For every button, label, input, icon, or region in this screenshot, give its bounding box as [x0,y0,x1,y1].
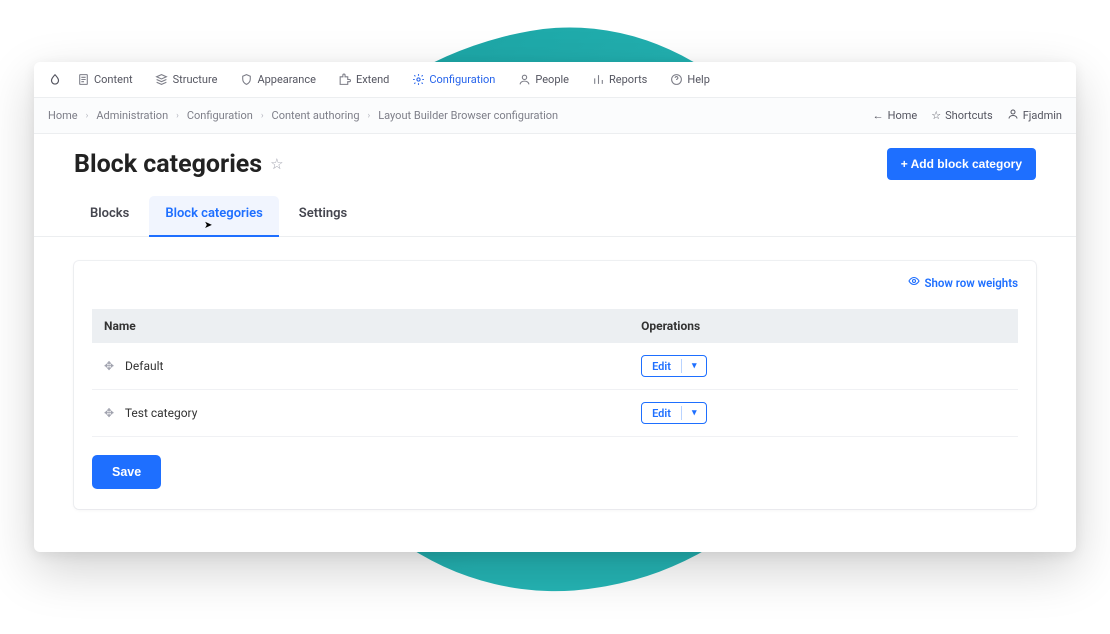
drag-handle-icon[interactable]: ✥ [104,406,114,420]
app-window: Content Structure Appearance Extend Conf… [34,62,1076,552]
secondary-label: Fjadmin [1023,109,1062,122]
person-icon [1007,108,1019,123]
secondary-label: Home [888,109,918,122]
shield-icon [239,73,253,87]
tab-settings[interactable]: Settings [283,196,363,236]
toolbar-label: People [535,73,569,86]
edit-dropdown-button[interactable]: Edit ▾ [641,355,707,377]
help-icon [669,73,683,87]
breadcrumb-item[interactable]: Home [48,109,78,122]
col-operations: Operations [629,309,1018,343]
toolbar-people[interactable]: People [509,69,577,91]
divider [681,359,682,373]
content-region: Show row weights Name Operations ✥ Defau… [34,237,1076,533]
category-name: Test category [125,406,198,420]
table-row: ✥ Default Edit ▾ [92,343,1018,390]
gear-icon [411,73,425,87]
drupal-logo-icon[interactable] [48,73,62,87]
star-icon: ☆ [931,109,941,122]
toolbar-reports[interactable]: Reports [583,69,655,91]
breadcrumb: Home › Administration › Configuration › … [48,109,558,122]
secondary-user[interactable]: Fjadmin [1007,108,1062,123]
chevron-down-icon: ▾ [692,361,697,371]
toolbar-label: Appearance [257,73,316,86]
toolbar-extend[interactable]: Extend [330,69,397,91]
table-row: ✥ Test category Edit ▾ [92,390,1018,437]
chevron-right-icon: › [368,111,371,121]
page-title: Block categories [74,150,262,179]
admin-toolbar: Content Structure Appearance Extend Conf… [34,62,1076,98]
tab-blocks[interactable]: Blocks [74,196,145,236]
secondary-label: Shortcuts [945,109,993,122]
toolbar-content[interactable]: Content [68,69,141,91]
categories-card: Show row weights Name Operations ✥ Defau… [74,261,1036,509]
puzzle-icon [338,73,352,87]
toolbar-appearance[interactable]: Appearance [231,69,324,91]
breadcrumb-item[interactable]: Configuration [187,109,253,122]
secondary-right: ← Home ☆ Shortcuts Fjadmin [873,108,1062,123]
chevron-right-icon: › [86,111,89,121]
toolbar-help[interactable]: Help [661,69,718,91]
toolbar-configuration[interactable]: Configuration [403,69,503,91]
toolbar-label: Reports [609,73,647,86]
edit-dropdown-button[interactable]: Edit ▾ [641,402,707,424]
toolbar-label: Configuration [429,73,495,86]
edit-label: Edit [652,360,671,373]
col-name: Name [92,309,629,343]
document-icon [76,73,90,87]
toolbar-label: Help [687,73,710,86]
add-block-category-button[interactable]: + Add block category [887,148,1036,180]
arrow-left-icon: ← [873,109,884,122]
category-name: Default [125,359,163,373]
chevron-down-icon: ▾ [692,408,697,418]
show-row-weights-label: Show row weights [924,276,1018,290]
secondary-bar: Home › Administration › Configuration › … [34,98,1076,134]
divider [681,406,682,420]
chevron-right-icon: › [176,111,179,121]
favorite-star-icon[interactable]: ☆ [270,155,283,173]
edit-label: Edit [652,407,671,420]
save-button[interactable]: Save [92,455,161,489]
bar-chart-icon [591,73,605,87]
breadcrumb-item[interactable]: Administration [96,109,168,122]
secondary-shortcuts[interactable]: ☆ Shortcuts [931,109,992,122]
tab-block-categories[interactable]: Block categories [149,196,278,237]
person-icon [517,73,531,87]
breadcrumb-item[interactable]: Layout Builder Browser configuration [378,109,558,122]
title-row: Block categories ☆ + Add block category [34,134,1076,180]
drag-handle-icon[interactable]: ✥ [104,359,114,373]
categories-table: Name Operations ✥ Default Edit [92,309,1018,437]
toolbar-structure[interactable]: Structure [147,69,226,91]
local-tabs: Blocks Block categories Settings ➤ [34,180,1076,237]
toolbar-label: Content [94,73,133,86]
breadcrumb-item[interactable]: Content authoring [272,109,360,122]
secondary-home[interactable]: ← Home [873,109,918,122]
chevron-right-icon: › [261,111,264,121]
show-row-weights-link[interactable]: Show row weights [908,275,1018,290]
cursor-icon: ➤ [204,220,212,231]
eye-icon [908,275,920,290]
toolbar-label: Extend [356,73,389,86]
stack-icon [155,73,169,87]
toolbar-label: Structure [173,73,218,86]
